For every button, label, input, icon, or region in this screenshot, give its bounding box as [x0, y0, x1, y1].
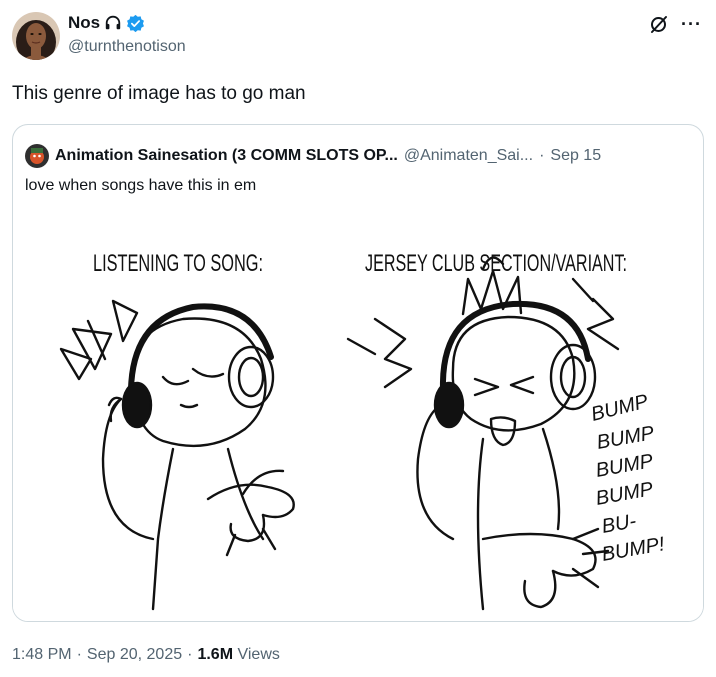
bump-3: BUMP: [594, 450, 655, 482]
tweet-text: This genre of image has to go man: [12, 83, 306, 104]
author-handle[interactable]: @turnthenotison: [68, 38, 186, 56]
bump-5: BU-: [600, 510, 638, 538]
verified-badge-icon[interactable]: [126, 14, 145, 33]
post-time[interactable]: 1:48 PM: [12, 646, 72, 664]
right-caption: JERSEY CLUB SECTION/VARIANT:: [365, 250, 627, 277]
author-name[interactable]: Nos: [68, 13, 100, 33]
views-count[interactable]: 1.6M: [197, 646, 233, 663]
quoted-author-avatar[interactable]: [25, 144, 49, 168]
quoted-tweet[interactable]: Animation Sainesation (3 COMM SLOTS OP..…: [12, 124, 704, 622]
author-avatar[interactable]: [12, 12, 60, 60]
bump-4: BUMP: [594, 478, 655, 510]
quoted-author-name[interactable]: Animation Sainesation (3 COMM SLOTS OP..…: [55, 147, 398, 165]
more-options-icon[interactable]: ···: [681, 15, 702, 33]
right-character-drawing: [346, 256, 620, 611]
grok-icon[interactable]: [649, 14, 669, 34]
quoted-date[interactable]: Sep 15: [550, 147, 601, 165]
bump-2: BUMP: [595, 422, 656, 454]
quoted-image[interactable]: LISTENING TO SONG: JERSEY CLUB SECTION/V…: [13, 209, 703, 621]
bump-1: BUMP: [589, 390, 651, 425]
quoted-text: love when songs have this in em: [25, 177, 257, 194]
quoted-separator: ·: [539, 147, 545, 164]
left-character-drawing: [59, 299, 295, 611]
quoted-author-handle[interactable]: @Animaten_Sai...: [404, 147, 533, 165]
views-label: Views: [237, 646, 280, 663]
bump-sfx: BUMP BUMP BUMP BUMP BU- BUMP!: [589, 390, 667, 566]
post-date[interactable]: Sep 20, 2025: [87, 646, 182, 664]
meta-separator: ·: [187, 646, 193, 663]
bump-6: BUMP!: [600, 533, 667, 566]
meta-separator: ·: [76, 646, 82, 663]
headphones-icon: [104, 14, 122, 32]
left-caption: LISTENING TO SONG:: [93, 250, 263, 277]
